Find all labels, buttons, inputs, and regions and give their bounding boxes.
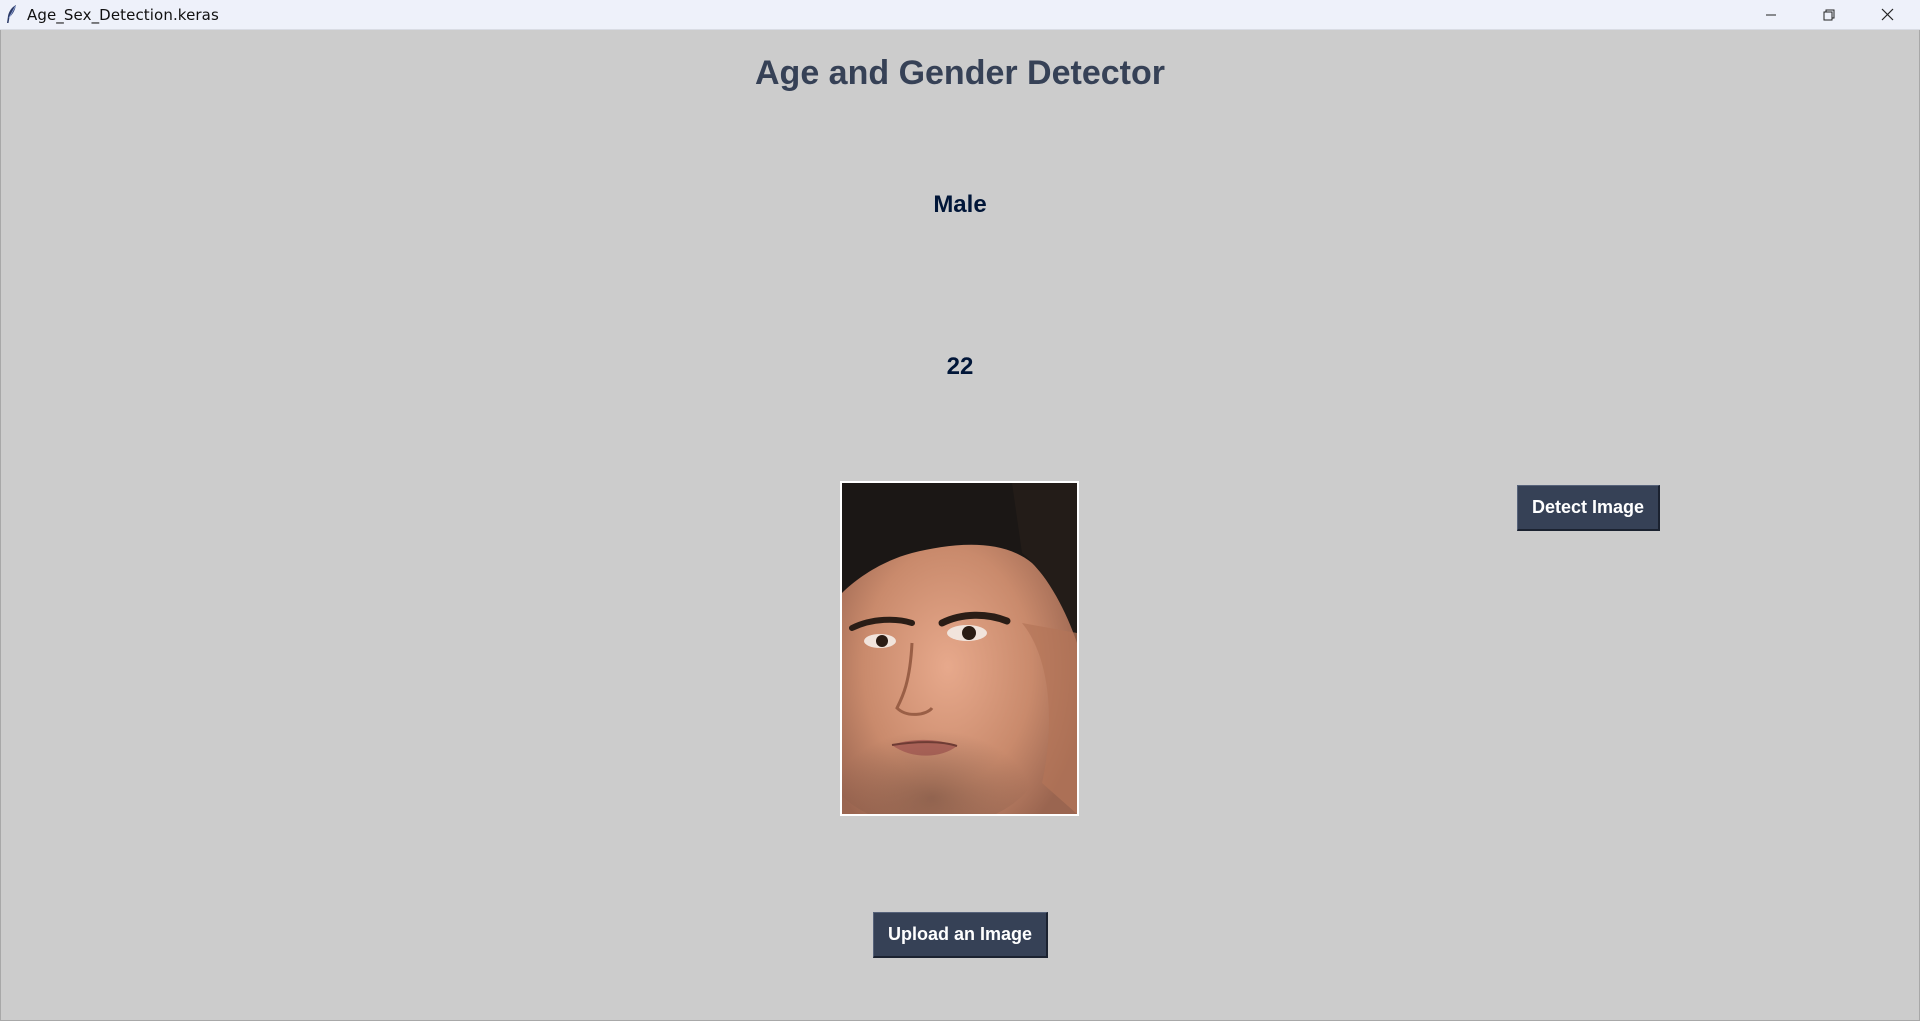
face-photo bbox=[842, 483, 1077, 814]
app-window: Age_Sex_Detection.keras Age and Gender D… bbox=[0, 0, 1920, 1021]
close-button[interactable] bbox=[1858, 0, 1916, 29]
upload-image-button[interactable]: Upload an Image bbox=[873, 912, 1048, 958]
detect-image-button[interactable]: Detect Image bbox=[1517, 485, 1660, 531]
restore-icon bbox=[1823, 9, 1835, 21]
window-title: Age_Sex_Detection.keras bbox=[27, 6, 219, 24]
title-bar[interactable]: Age_Sex_Detection.keras bbox=[0, 0, 1920, 30]
age-result-label: 22 bbox=[946, 353, 974, 380]
main-panel: Age and Gender Detector Male 22 Detect I… bbox=[0, 30, 1920, 1021]
page-title: Age and Gender Detector bbox=[755, 54, 1165, 92]
minimize-button[interactable] bbox=[1742, 0, 1800, 29]
close-icon bbox=[1881, 8, 1894, 21]
restore-button[interactable] bbox=[1800, 0, 1858, 29]
feather-icon bbox=[6, 4, 18, 24]
minimize-icon bbox=[1765, 9, 1777, 21]
gender-result-label: Male bbox=[933, 191, 987, 218]
uploaded-face-image bbox=[840, 481, 1079, 816]
